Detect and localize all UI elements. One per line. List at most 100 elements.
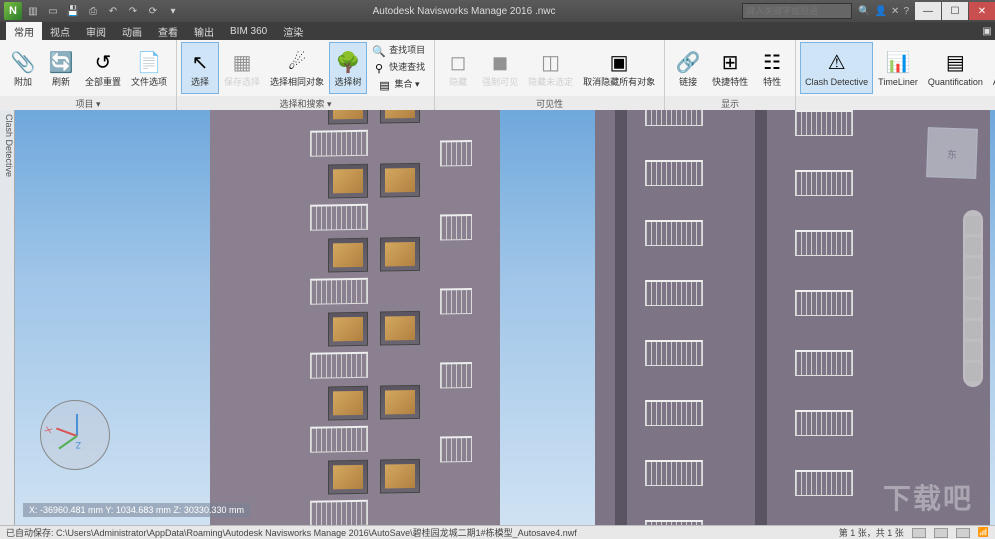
unhide-all-button[interactable]: ▣取消隐藏所有对象 — [578, 42, 660, 94]
qat-print-icon[interactable]: ⎙ — [84, 2, 102, 20]
status-memory-icon — [912, 528, 926, 538]
reset-icon: ↺ — [89, 49, 117, 77]
tab-output[interactable]: 输出 — [186, 22, 222, 41]
sets-button[interactable]: ▤集合 ▾ — [367, 77, 430, 93]
tab-review[interactable]: 审阅 — [78, 22, 114, 41]
append-button[interactable]: 📎附加 — [4, 42, 42, 94]
status-web-icon — [956, 528, 970, 538]
signin-icon[interactable]: 👤 — [875, 6, 887, 17]
unhide-icon: ▣ — [605, 49, 633, 77]
window-title: Autodesk Navisworks Manage 2016 .nwc — [186, 6, 742, 17]
quickfind-icon: ⚲ — [372, 61, 386, 75]
help-search-input[interactable] — [742, 3, 852, 19]
tab-look[interactable]: 查看 — [150, 22, 186, 41]
nav-look-icon[interactable] — [965, 300, 981, 318]
sets-icon: ▤ — [378, 78, 392, 92]
nav-walk-icon[interactable] — [965, 321, 981, 339]
links-button[interactable]: 🔗链接 — [669, 42, 707, 94]
select-same-icon: ☄ — [283, 49, 311, 77]
qat-refresh-icon[interactable]: ⟳ — [144, 2, 162, 20]
file-options-button[interactable]: 📄文件选项 — [126, 42, 172, 94]
maximize-button[interactable]: ☐ — [942, 2, 968, 20]
navigation-bar — [963, 210, 983, 387]
status-autosave-path: 已自动保存: C:\Users\Administrator\AppData\Ro… — [6, 526, 577, 539]
window-controls: — ☐ ✕ — [915, 2, 995, 20]
nav-pan-icon[interactable] — [965, 237, 981, 255]
clash-detective-button[interactable]: ⚠Clash Detective — [800, 42, 873, 94]
require-icon: ◼ — [486, 49, 514, 77]
refresh-button[interactable]: 🔄刷新 — [42, 42, 80, 94]
quickprops-icon: ⊞ — [716, 49, 744, 77]
qat-dropdown-icon[interactable]: ▾ — [164, 2, 182, 20]
hide-icon: ◻ — [444, 49, 472, 77]
qat-new-icon[interactable]: ▥ — [24, 2, 42, 20]
axis-z-icon — [76, 414, 78, 436]
find-items-button[interactable]: 🔍查找项目 — [367, 43, 430, 59]
title-system-icons: 🔍 👤 ✕ ? — [858, 6, 909, 17]
tree-icon: 🌳 — [334, 49, 362, 77]
timeliner-button[interactable]: 📊TimeLiner — [873, 42, 923, 94]
quick-access-toolbar: N ▥ ▭ 💾 ⎙ ↶ ↷ ⟳ ▾ — [0, 2, 186, 20]
find-icon: 🔍 — [372, 44, 386, 58]
properties-button[interactable]: ☷特性 — [753, 42, 791, 94]
viewcube[interactable]: 东 — [926, 127, 978, 179]
status-bar: 已自动保存: C:\Users\Administrator\AppData\Ro… — [0, 525, 995, 539]
qat-redo-icon[interactable]: ↷ — [124, 2, 142, 20]
qat-save-icon[interactable]: 💾 — [64, 2, 82, 20]
links-icon: 🔗 — [674, 49, 702, 77]
hide-button: ◻隐藏 — [439, 42, 477, 94]
props-icon: ☷ — [758, 49, 786, 77]
status-perf-icon[interactable]: 📶 — [978, 527, 989, 538]
app-logo-icon[interactable]: N — [4, 2, 22, 20]
nav-wheel-icon[interactable] — [965, 216, 981, 234]
title-bar: N ▥ ▭ 💾 ⎙ ↶ ↷ ⟳ ▾ Autodesk Navisworks Ma… — [0, 0, 995, 22]
ribbon-group-project: 📎附加 🔄刷新 ↺全部重置 📄文件选项 项目 ▾ — [0, 40, 177, 109]
clash-icon: ⚠ — [823, 49, 851, 77]
autodesk-rendering-button[interactable]: ◉Autodesk Rendering — [988, 42, 995, 94]
tab-viewpoint[interactable]: 视点 — [42, 22, 78, 41]
qat-undo-icon[interactable]: ↶ — [104, 2, 122, 20]
cursor-icon: ↖ — [186, 49, 214, 77]
refresh-icon: 🔄 — [47, 49, 75, 77]
help-icon[interactable]: ? — [903, 6, 909, 17]
nav-orbit-icon[interactable] — [965, 279, 981, 297]
docked-panel-tab[interactable]: Clash Detective — [0, 110, 15, 525]
file-options-icon: 📄 — [135, 49, 163, 77]
quantification-button[interactable]: ▤Quantification — [923, 42, 988, 94]
search-icon[interactable]: 🔍 — [858, 6, 870, 17]
save-selection-button: ▦保存选择 — [219, 42, 265, 94]
tab-animation[interactable]: 动画 — [114, 22, 150, 41]
ribbon-tabs: 常用 视点 审阅 动画 查看 输出 BIM 360 渲染 ▣ — [0, 22, 995, 40]
nav-camera-icon[interactable] — [965, 363, 981, 381]
append-icon: 📎 — [9, 49, 37, 77]
save-sel-icon: ▦ — [228, 49, 256, 77]
minimize-button[interactable]: — — [915, 2, 941, 20]
3d-viewport[interactable]: 东 X: -36960.481 mm Y: 1034.683 mm Z: 303… — [15, 110, 995, 525]
ribbon-group-display: 🔗链接 ⊞快捷特性 ☷特性 显示 — [665, 40, 796, 109]
quick-props-button[interactable]: ⊞快捷特性 — [707, 42, 753, 94]
nav-fly-icon[interactable] — [965, 342, 981, 360]
qat-open-icon[interactable]: ▭ — [44, 2, 62, 20]
status-disk-icon — [934, 528, 948, 538]
tab-home[interactable]: 常用 — [6, 22, 42, 41]
hide-unsel-icon: ◫ — [537, 49, 565, 77]
ribbon-group-select: ↖选择 ▦保存选择 ☄选择相同对象 🌳选择树 🔍查找项目 ⚲快速查找 ▤集合 ▾… — [177, 40, 435, 109]
nav-zoom-icon[interactable] — [965, 258, 981, 276]
axis-triad — [40, 400, 110, 470]
ribbon-group-visibility: ◻隐藏 ◼强制可见 ◫隐藏未选定 ▣取消隐藏所有对象 可见性 — [435, 40, 665, 109]
watermark: 下载吧 — [883, 477, 973, 517]
tab-bim360[interactable]: BIM 360 — [222, 24, 275, 39]
tab-render[interactable]: 渲染 — [275, 22, 311, 41]
select-button[interactable]: ↖选择 — [181, 42, 219, 94]
selection-tree-button[interactable]: 🌳选择树 — [329, 42, 367, 94]
close-button[interactable]: ✕ — [969, 2, 995, 20]
building-model-left — [210, 110, 500, 525]
ribbon-minimize-icon[interactable]: ▣ — [979, 26, 995, 37]
exchange-icon[interactable]: ✕ — [891, 6, 899, 17]
status-sheet-count: 第 1 张，共 1 张 — [839, 526, 904, 539]
require-button: ◼强制可见 — [477, 42, 523, 94]
select-same-button[interactable]: ☄选择相同对象 — [265, 42, 329, 94]
ribbon: 📎附加 🔄刷新 ↺全部重置 📄文件选项 项目 ▾ ↖选择 ▦保存选择 ☄选择相同… — [0, 40, 995, 110]
quick-find-button[interactable]: ⚲快速查找 — [367, 60, 430, 76]
reset-all-button[interactable]: ↺全部重置 — [80, 42, 126, 94]
